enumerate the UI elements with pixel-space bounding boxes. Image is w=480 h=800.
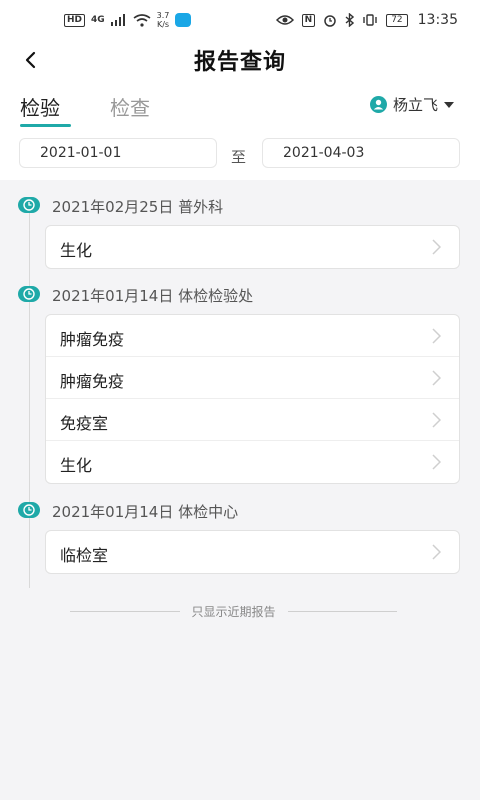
report-item-label: 肿瘤免疫 [60,372,125,391]
report-group-card: 肿瘤免疫 肿瘤免疫 免疫室 生化 [45,314,460,484]
group-title: 2021年01月14日 体检检验处 [52,287,254,305]
signal-icon [110,14,125,26]
app-header: 报告查询 [0,40,480,80]
app-notification-icon [175,13,192,27]
status-left: HD 4G 3.7 K/s [64,11,192,29]
report-item-label: 生化 [60,241,93,260]
battery-level: 72 [386,13,408,27]
network-type: 4G [91,15,105,25]
chevron-right-icon [432,544,441,560]
clock-icon [18,197,40,213]
report-item[interactable]: 肿瘤免疫 [46,357,459,399]
report-item-label: 临检室 [60,546,109,565]
date-separator: 至 [231,148,247,166]
divider-left [70,610,180,612]
report-item-label: 免疫室 [60,414,109,433]
speed-unit: K/s [156,20,170,29]
report-item[interactable]: 生化 [46,441,459,483]
status-right: N 72 13:35 [275,12,458,28]
tab-bar: 检验 检查 杨立飞 [0,80,480,132]
page-title: 报告查询 [193,50,286,75]
patient-selector[interactable]: 杨立飞 [369,94,454,115]
vibrate-icon [363,14,377,26]
report-group-card: 生化 [45,225,460,269]
wifi-icon [133,13,151,27]
chevron-right-icon [432,239,441,255]
chevron-right-icon [432,328,441,344]
group-title: 2021年01月14日 体检中心 [52,503,239,521]
speed-value: 3.7 [156,11,170,20]
caret-down-icon [444,101,454,108]
report-item[interactable]: 肿瘤免疫 [46,315,459,357]
active-tab-indicator [20,124,71,127]
clock-time: 13:35 [417,12,458,28]
timeline-line [29,204,30,588]
user-icon [369,96,387,113]
status-bar: HD 4G 3.7 K/s N 72 13:35 [0,0,480,40]
end-date-field[interactable]: 2021-04-03 [262,138,460,168]
report-item[interactable]: 免疫室 [46,399,459,441]
alarm-icon [324,15,336,27]
report-item-label: 肿瘤免疫 [60,330,125,349]
bluetooth-icon [345,13,355,27]
report-item[interactable]: 生化 [46,226,459,268]
tab-lab-test[interactable]: 检验 [20,92,60,121]
date-range-row: 2021-01-01 至 2021-04-03 [0,132,480,180]
report-group-card: 临检室 [45,530,460,574]
hd-indicator: HD [64,13,86,27]
divider-right [287,610,398,612]
tab-examination[interactable]: 检查 [110,92,150,121]
footer-note: 只显示近期报告 [70,603,398,619]
chevron-right-icon [432,412,441,428]
footer-note-text: 只显示近期报告 [191,604,276,619]
network-speed: 3.7 K/s [157,11,170,29]
start-date-field[interactable]: 2021-01-01 [19,138,217,168]
patient-name: 杨立飞 [392,96,438,114]
clock-icon [18,502,40,518]
nfc-icon: N [301,13,316,27]
group-title: 2021年02月25日 普外科 [52,198,224,216]
chevron-right-icon [432,454,441,470]
report-item-label: 生化 [60,456,93,475]
eye-icon [275,15,294,25]
chevron-right-icon [432,370,441,386]
report-item[interactable]: 临检室 [46,531,459,573]
clock-icon [18,286,40,302]
